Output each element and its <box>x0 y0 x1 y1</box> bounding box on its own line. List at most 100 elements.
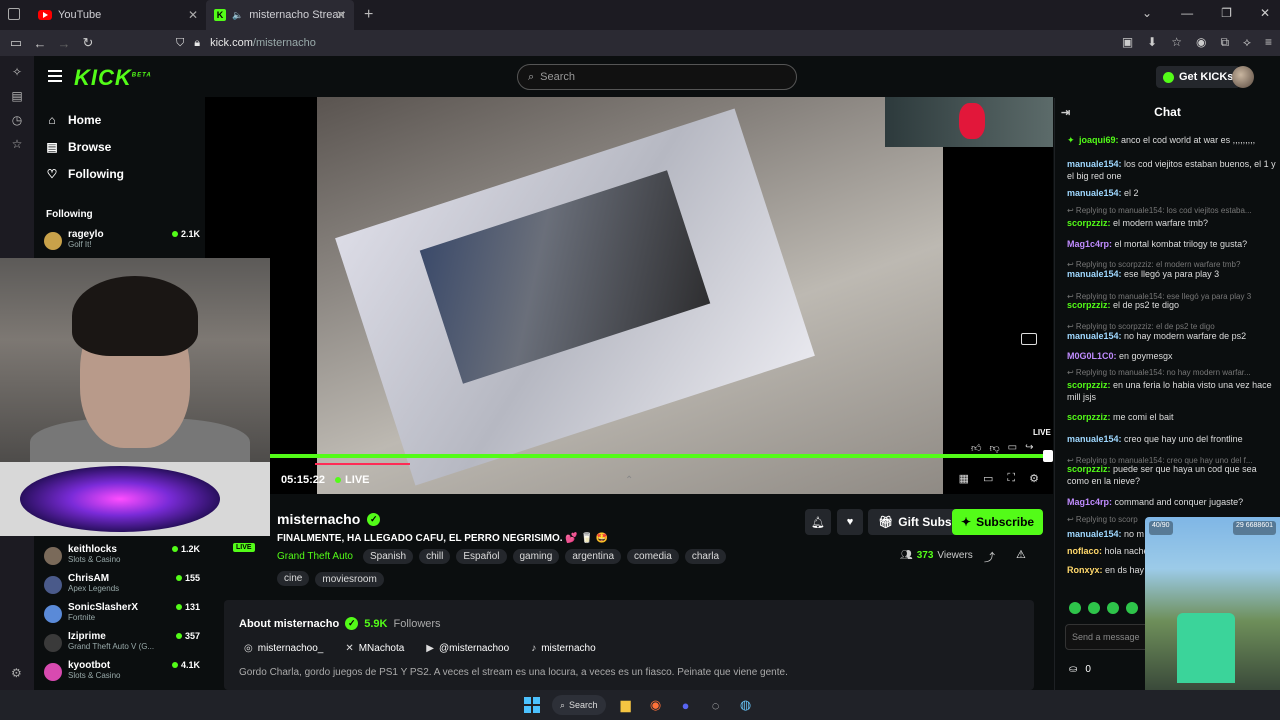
chat-username[interactable]: manuale154: <box>1067 269 1124 279</box>
progress-handle[interactable] <box>1043 450 1053 462</box>
shield-icon[interactable]: ⛉ <box>176 37 184 50</box>
settings-icon[interactable]: ⚙ <box>1029 472 1039 485</box>
taskbar-search[interactable]: ⌕ Search <box>552 695 606 715</box>
kicks-balance[interactable]: ⛀ 0 <box>1069 664 1091 675</box>
progress-bar[interactable] <box>270 454 1050 458</box>
tag[interactable]: comedia <box>627 549 679 564</box>
tag[interactable]: Español <box>456 549 507 564</box>
chat-username[interactable]: manuale154: <box>1067 529 1124 539</box>
tab-kick[interactable]: K 🔈 misternacho Stream - Wat ✕ <box>206 0 354 30</box>
sidebar-channel[interactable]: keithlocks Slots & Casino 1.2K <box>44 544 200 572</box>
history-icon[interactable]: ◷ <box>0 108 34 132</box>
exit-fullscreen-icon[interactable] <box>1021 333 1037 345</box>
account-icon[interactable]: ◉ <box>1196 35 1206 50</box>
chat-username[interactable]: scorpzziz: <box>1067 412 1113 422</box>
comment-icon[interactable]: ▭ <box>1008 442 1017 454</box>
address-bar[interactable]: ⛉ 🔒︎ kick.com/misternacho <box>176 33 1106 53</box>
menu-icon[interactable] <box>48 70 62 82</box>
video-player[interactable]: LIVE 👍︎ 👎︎ ▭ ↪ 05:15:22 LIVE ⌃ ▦ ▭ ⛶ ⚙ <box>205 97 1053 494</box>
search-bar[interactable]: ⌕ <box>517 64 797 90</box>
obs-icon[interactable]: ◌ <box>706 695 726 715</box>
firefox-icon[interactable]: ◉ <box>646 695 666 715</box>
chat-username[interactable]: Mag1c4rp: <box>1067 497 1115 507</box>
collapse-chat-icon[interactable]: ⇥ <box>1061 106 1070 119</box>
lock-icon[interactable]: 🔒︎ <box>194 37 200 50</box>
chat-username[interactable]: scorpzziz: <box>1067 300 1113 310</box>
sidebar-channel[interactable]: kyootbot Slots & Casino 4.1K <box>44 660 200 688</box>
chevron-down-icon[interactable]: ⌄ <box>1142 6 1152 20</box>
chat-username[interactable]: M0G0L1C0: <box>1067 351 1119 361</box>
download-icon[interactable]: ⬇ <box>1147 35 1157 50</box>
chat-input[interactable] <box>1072 632 1154 642</box>
file-explorer-icon[interactable]: ▆ <box>616 695 636 715</box>
category-link[interactable]: Grand Theft Auto <box>277 551 353 562</box>
emote-icon[interactable] <box>1088 602 1100 614</box>
get-kicks-button[interactable]: Get KICKs <box>1156 66 1241 88</box>
bookmark-star-icon[interactable]: ☆ <box>1171 35 1182 50</box>
sidebar-item-home[interactable]: ⌂ Home <box>34 106 204 133</box>
chat-username[interactable]: scorpzziz: <box>1067 464 1113 474</box>
subscribe-button[interactable]: ✦ Subscribe <box>952 509 1044 535</box>
sidebar-channel[interactable]: rageylo Golf It! 2.1K <box>44 229 200 257</box>
windows-start-button[interactable] <box>522 695 542 715</box>
fullscreen-icon[interactable]: ⛶ <box>1007 472 1015 485</box>
discord-icon[interactable]: ● <box>676 695 696 715</box>
chat-username[interactable]: scorpzziz: <box>1067 218 1113 228</box>
tag[interactable]: moviesroom <box>315 572 384 587</box>
tabs-icon[interactable]: ▤ <box>0 84 34 108</box>
thumbs-down-icon[interactable]: 👎︎ <box>989 442 999 454</box>
minimize-button[interactable]: — <box>1181 6 1193 20</box>
maximize-button[interactable]: ❐ <box>1221 6 1232 20</box>
sidebar-item-following[interactable]: ♡ Following <box>34 160 204 187</box>
social-link-x[interactable]: ✕ MNachota <box>345 643 404 654</box>
ai-icon[interactable]: ✧ <box>0 60 34 84</box>
emote-icon[interactable] <box>1069 602 1081 614</box>
sidebar-channel[interactable]: SonicSlasherX Fortnite 131 <box>44 602 200 630</box>
search-input[interactable] <box>540 71 781 83</box>
gift-subs-button[interactable]: 🎁︎ Gift Subs <box>868 509 962 535</box>
sidebar-channel[interactable]: Iziprime Grand Theft Auto V (G... 357 <box>44 631 200 659</box>
sidebar-channel[interactable]: ChrisAM Apex Legends 155 <box>44 573 200 601</box>
thumbs-up-icon[interactable]: 👍︎ <box>971 442 981 454</box>
tag[interactable]: argentina <box>565 549 622 564</box>
extensions-icon[interactable]: ⧉ <box>1220 35 1229 50</box>
sidebar-toggle-icon[interactable] <box>8 8 20 20</box>
share-icon[interactable]: ⤴ <box>984 549 995 565</box>
share-icon[interactable]: ↪ <box>1025 442 1033 454</box>
theater-mode-icon[interactable]: ▭ <box>983 472 993 485</box>
chat-username[interactable]: Ronxyx: <box>1067 565 1105 575</box>
sidebar-item-browse[interactable]: ▤ Browse <box>34 133 204 160</box>
chat-input-box[interactable] <box>1065 624 1155 650</box>
chat-username[interactable]: manuale154: <box>1067 434 1124 444</box>
chat-username[interactable]: manuale154: <box>1067 188 1124 198</box>
close-icon[interactable]: ✕ <box>188 8 198 22</box>
translate-icon[interactable]: ⟡ <box>1243 35 1251 50</box>
tag[interactable]: cine <box>277 571 310 586</box>
chat-username[interactable]: Mag1c4rp: <box>1067 239 1115 249</box>
chat-username[interactable]: manuale154: <box>1067 159 1124 169</box>
chat-username[interactable]: manuale154: <box>1067 331 1124 341</box>
forward-button[interactable]: → <box>52 36 76 51</box>
streamer-name[interactable]: misternacho ✓ <box>277 511 381 527</box>
notifications-button[interactable]: 🔔︎ <box>805 509 831 535</box>
tag[interactable]: charla <box>684 549 727 564</box>
back-button[interactable]: ← <box>28 36 52 51</box>
chat-username[interactable]: noflaco: <box>1067 546 1105 556</box>
close-window-button[interactable]: ✕ <box>1260 6 1270 20</box>
chat-username[interactable]: joaqui69: <box>1079 135 1121 145</box>
follow-button[interactable]: ♥ <box>837 509 863 535</box>
close-icon[interactable]: ✕ <box>336 8 346 22</box>
tag[interactable]: chill <box>419 549 451 564</box>
gear-icon[interactable]: ⚙ <box>11 666 22 680</box>
emote-icon[interactable] <box>1107 602 1119 614</box>
tag[interactable]: Spanish <box>362 549 414 564</box>
reload-button[interactable]: ↻ <box>76 35 100 51</box>
social-link-tiktok[interactable]: ♪ misternacho <box>531 643 595 654</box>
social-link-instagram[interactable]: ◎ misternachoo_ <box>244 643 323 654</box>
kick-logo[interactable]: KICKBETA <box>74 65 152 91</box>
menu-icon[interactable]: ≡ <box>1265 35 1272 50</box>
sidebar-panel-icon[interactable]: ▭ <box>4 35 28 51</box>
live-label[interactable]: LIVE <box>335 474 369 486</box>
steam-icon[interactable]: ◍ <box>736 695 756 715</box>
report-icon[interactable]: ⚠ <box>1016 548 1026 561</box>
